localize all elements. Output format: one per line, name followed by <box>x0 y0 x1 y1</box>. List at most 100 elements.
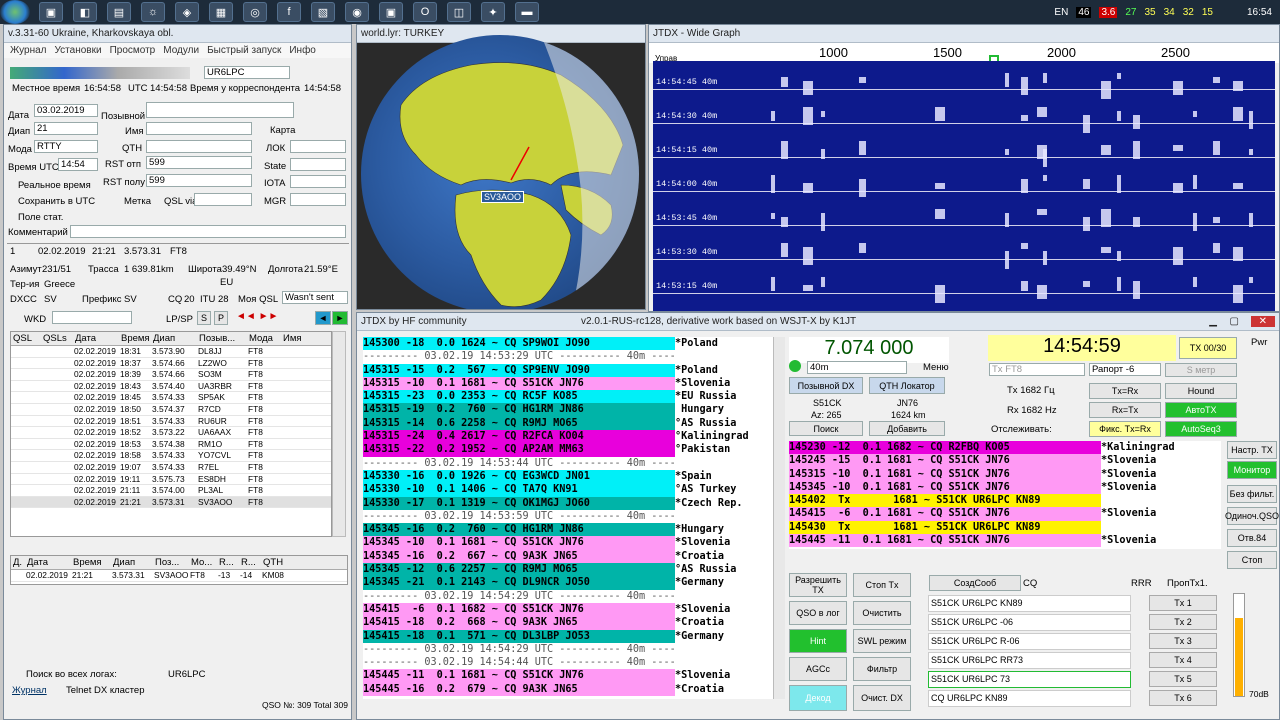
decode-line[interactable]: 145445 -11 0.1 1681 ~ CQ S51CK JN76 *Slov… <box>789 534 1221 548</box>
col-header[interactable]: Диап <box>151 333 197 344</box>
decode-line[interactable]: --------- 03.02.19 14:53:44 UTC --------… <box>363 456 775 470</box>
autoseq-button[interactable]: AutoSeq3 <box>1165 421 1237 437</box>
loc-field[interactable] <box>290 140 346 153</box>
wkd-field[interactable] <box>52 311 132 324</box>
menu-item[interactable]: Инфо <box>289 45 316 56</box>
tx3-message[interactable]: S51CK UR6LPC R-06 <box>928 633 1131 650</box>
tx-eq-rx-button[interactable]: Tx=Rx <box>1089 383 1161 399</box>
rx-eq-tx-button[interactable]: Rx=Tx <box>1089 402 1161 418</box>
stop-tx-button[interactable]: Стоп Tx <box>853 573 911 597</box>
my-qsl-select[interactable]: Wasn't sent <box>282 291 348 304</box>
decode-line[interactable]: 145345 -16 0.2 760 ~ CQ HG1RM JN86 *Hunga… <box>363 523 775 537</box>
col-header[interactable]: Время <box>71 557 111 568</box>
p-button[interactable]: P <box>214 311 228 325</box>
tab-journal[interactable]: Журнал <box>12 685 47 696</box>
callsign-field[interactable] <box>146 102 294 118</box>
tx5-button[interactable]: Tx 5 <box>1149 671 1217 687</box>
log-qso-button[interactable]: QSO в лог <box>789 601 847 625</box>
decode-line[interactable]: 145415 -6 0.1 1682 ~ CQ S51CK JN76 *Slove… <box>363 602 775 617</box>
report-spinner[interactable]: Рапорт -6 <box>1089 363 1161 376</box>
col-header[interactable]: QSL <box>11 333 41 344</box>
decode-line[interactable]: 145315 -10 0.1 1681 ~ CQ S51CK JN76 *Slov… <box>789 467 1221 481</box>
band-select[interactable]: 21 <box>34 122 98 135</box>
table-row[interactable]: 02.02.2019 21:21 3.573.31 SV3AOO FT8 <box>11 496 331 509</box>
prev-qso-row[interactable]: 02.02.2019 21:21 3.573.31 SV3AOO FT8 -13… <box>11 570 347 582</box>
qth-field[interactable] <box>146 140 252 153</box>
menu-item[interactable]: Журнал <box>10 45 47 56</box>
tx4-button[interactable]: Tx 4 <box>1149 652 1217 668</box>
minimize-icon[interactable]: ▁ <box>1209 316 1217 327</box>
rx-freq[interactable]: Rx 1682 Hz <box>1007 405 1057 416</box>
table-row[interactable]: 02.02.2019 19:11 3.575.73 ES8DH FT8 <box>11 474 331 486</box>
decode-line[interactable]: 145445 -11 0.1 1681 ~ CQ S51CK JN76 *Slov… <box>363 669 775 683</box>
band-select[interactable]: 40m <box>807 361 907 374</box>
filter-button[interactable]: Фильтр <box>853 657 911 681</box>
decode-line[interactable]: 145402 Tx 1681 ~ S51CK UR6LPC KN89 <box>789 494 1221 508</box>
arrow-left-icon[interactable]: ◄ <box>315 311 331 325</box>
logger-toolbar[interactable] <box>10 67 190 79</box>
menu-item[interactable]: Просмотр <box>110 45 156 56</box>
arrow-right-icon[interactable]: ► <box>332 311 348 325</box>
auto-tx-button[interactable]: АвтоTX <box>1165 402 1237 418</box>
save-utc-checkbox[interactable]: Сохранить в UTC <box>18 196 95 207</box>
start-button[interactable] <box>0 0 30 24</box>
col-header[interactable]: Дата <box>73 333 119 344</box>
state-field[interactable] <box>290 158 346 171</box>
mgr-field[interactable] <box>290 193 346 206</box>
decode-line[interactable]: 145345 -12 0.6 2257 ~ CQ R9MJ MO65 °AS Ru… <box>363 563 775 577</box>
col-header[interactable]: Имя <box>281 333 331 344</box>
decode-line[interactable]: --------- 03.02.19 14:54:29 UTC --------… <box>363 589 775 603</box>
tx1-button[interactable]: Tx 1 <box>1149 595 1217 611</box>
taskbar-app-icon[interactable]: ▣ <box>39 2 63 22</box>
table-row[interactable]: 02.02.2019 18:50 3.574.37 R7CD FT8 <box>11 404 331 416</box>
decode-line[interactable]: 145315 -24 0.4 2617 ~ CQ R2FCA KO04 °Kali… <box>363 430 775 444</box>
add-button[interactable]: Добавить <box>869 421 945 436</box>
taskbar-app-icon[interactable]: ☼ <box>141 2 165 22</box>
name-field[interactable] <box>146 122 252 135</box>
taskbar-app-icon[interactable]: ▬ <box>515 2 539 22</box>
iota-field[interactable] <box>290 175 346 188</box>
generate-messages-button[interactable]: СоздСооб <box>929 575 1021 591</box>
tx-rx-arrows-icon[interactable]: ◄◄ ►► <box>236 311 290 325</box>
col-header[interactable]: Мо... <box>189 557 217 568</box>
menu-item[interactable]: Установки <box>55 45 102 56</box>
realtime-checkbox[interactable]: Реальное время <box>18 180 91 191</box>
decode-line[interactable]: 145315 -15 0.2 567 ~ CQ SP9ENV JO90 *Pola… <box>363 363 775 377</box>
search-all-checkbox[interactable]: Поиск во всех логах: <box>26 669 117 680</box>
rst-rcvd-field[interactable]: 599 <box>146 174 252 187</box>
col-header[interactable]: QSLs <box>41 333 73 344</box>
waterfall[interactable]: 14:54:45 40m 14:54:30 40m 14:54:15 40m 14:5… <box>653 61 1275 311</box>
lpsp-checkbox[interactable]: LP/SP <box>166 314 193 325</box>
jtdx-icon[interactable]: ✦ <box>481 2 505 22</box>
col-header[interactable]: Позыв... <box>197 333 247 344</box>
label-checkbox[interactable]: Метка <box>124 196 151 207</box>
s-button[interactable]: S <box>197 311 211 325</box>
wkd-checkbox[interactable]: WKD <box>24 314 46 325</box>
tab-telnet[interactable]: Telnet DX кластер <box>66 685 144 696</box>
decode-line[interactable]: 145345 -10 0.1 1681 ~ CQ S51CK JN76 *Slov… <box>363 536 775 550</box>
mode-select[interactable]: RTTY <box>34 140 98 153</box>
tx2-message[interactable]: S51CK UR6LPC -06 <box>928 614 1131 631</box>
tx-freq[interactable]: Tx 1682 Гц <box>1007 385 1055 396</box>
opera-icon[interactable]: O <box>413 2 437 22</box>
agc-button[interactable]: AGCc <box>789 657 847 681</box>
table-row[interactable]: 02.02.2019 18:51 3.574.33 RU6UR FT8 <box>11 416 331 428</box>
taskbar-app-icon[interactable]: ▣ <box>379 2 403 22</box>
decode-line[interactable]: 145415 -18 0.1 571 ~ CQ DL3LBP JO53 *Germ… <box>363 629 775 643</box>
col-header[interactable]: Время <box>119 333 151 344</box>
col-header[interactable]: Мода <box>247 333 281 344</box>
col-header[interactable]: Д. <box>11 557 25 568</box>
table-row[interactable]: 02.02.2019 18:39 3.574.66 SO3M FT8 <box>11 369 331 381</box>
col-header[interactable]: R... <box>217 557 239 568</box>
table-row[interactable]: 02.02.2019 19:07 3.574.33 R7EL FT8 <box>11 462 331 474</box>
comment-field[interactable] <box>70 225 346 238</box>
menu-checkbox[interactable]: Меню <box>923 362 949 373</box>
folder-icon[interactable]: ▤ <box>107 2 131 22</box>
tray-clock[interactable]: 16:54 <box>1247 7 1272 18</box>
menu-item[interactable]: Модули <box>163 45 199 56</box>
decode-button[interactable]: Декод <box>789 685 847 711</box>
decode-line[interactable]: --------- 03.02.19 14:53:59 UTC --------… <box>363 509 775 524</box>
tx6-button[interactable]: Tx 6 <box>1149 690 1217 706</box>
tx2-button[interactable]: Tx 2 <box>1149 614 1217 630</box>
qsl-via-field[interactable] <box>194 193 252 206</box>
